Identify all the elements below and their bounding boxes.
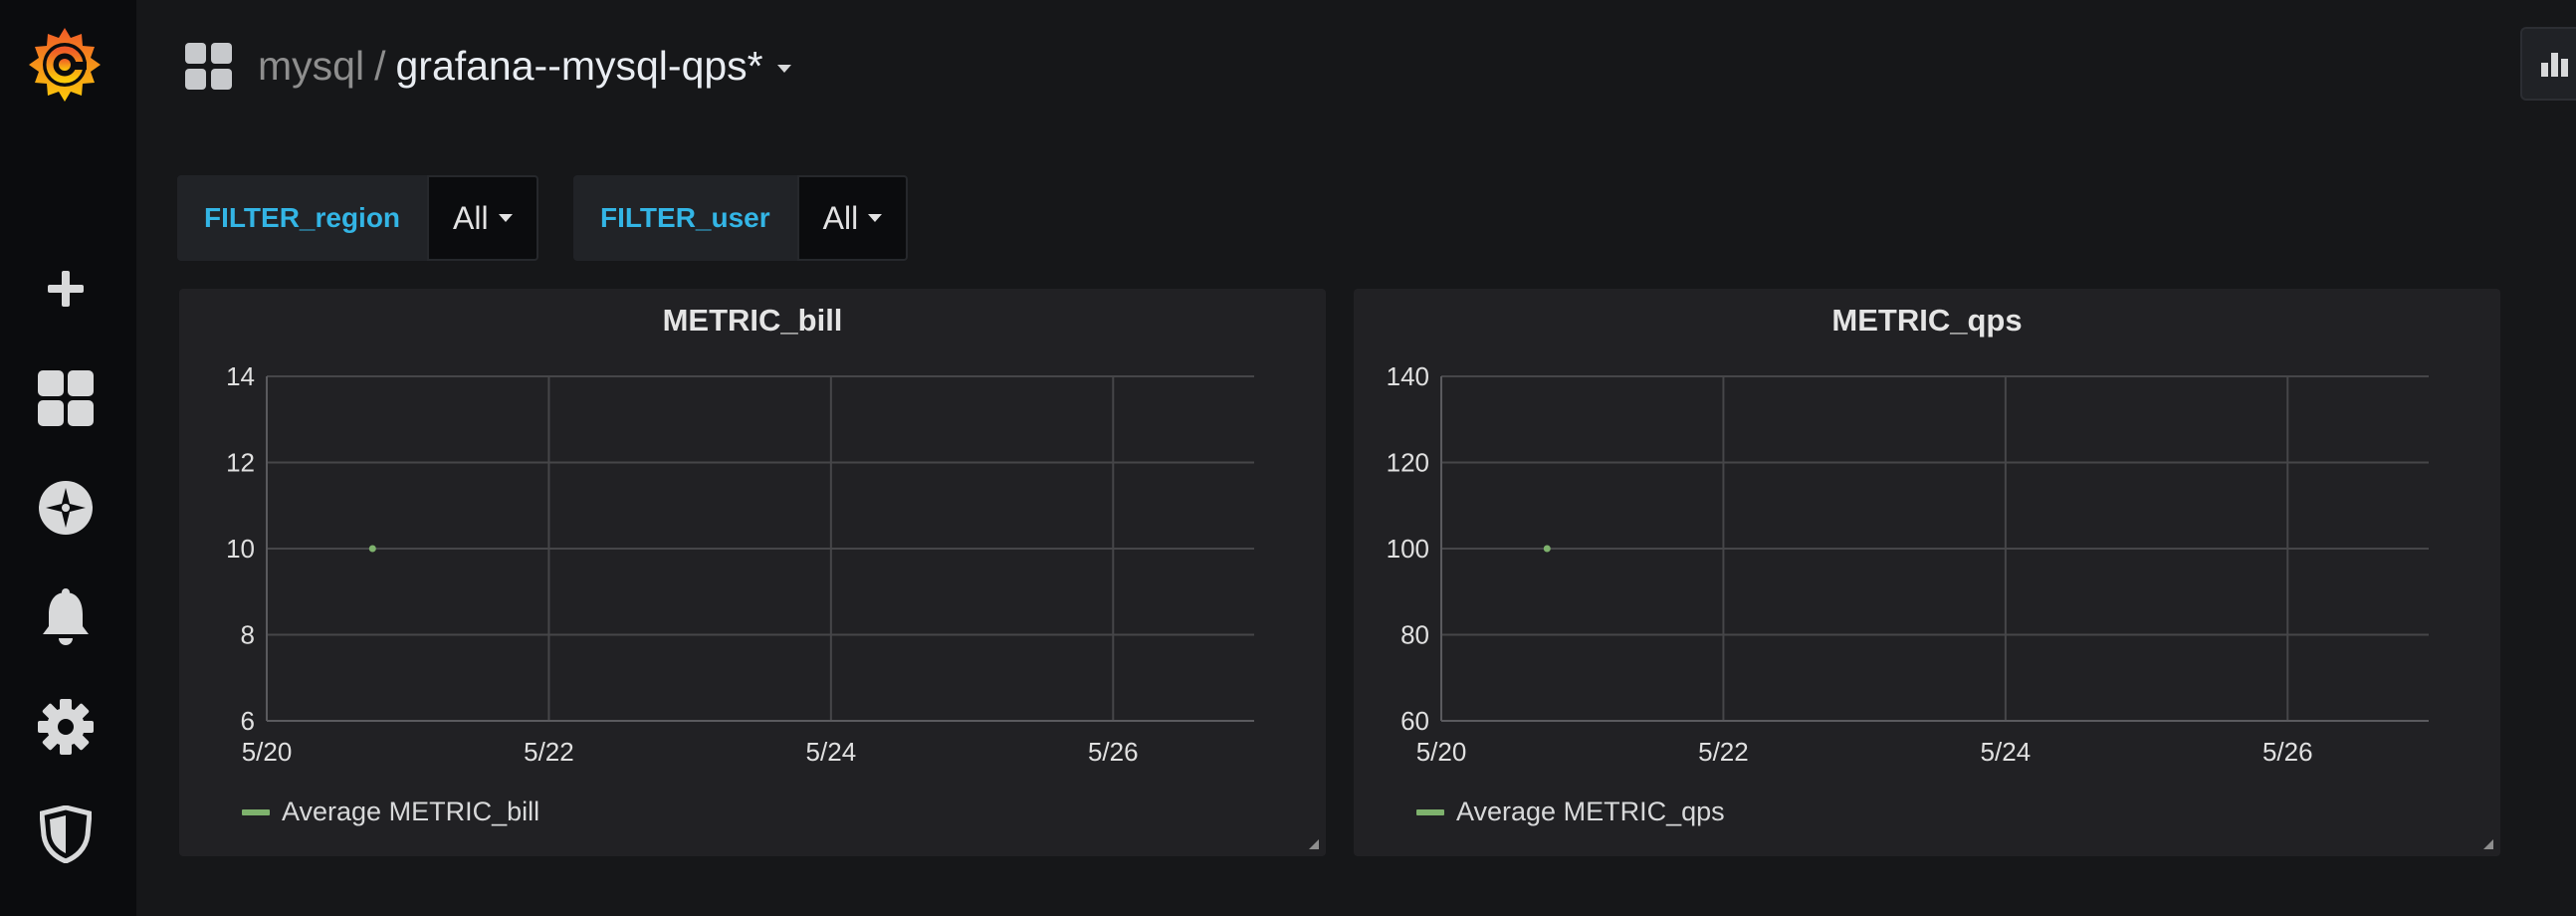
y-tick-label: 100	[1387, 534, 1429, 564]
x-tick-label: 5/24	[1981, 737, 2032, 767]
variable-dropdown[interactable]: All	[796, 175, 909, 261]
variable-dropdown[interactable]: All	[427, 175, 538, 261]
caret-down-icon	[498, 214, 513, 222]
shield-icon[interactable]	[30, 799, 102, 870]
variable-label: FILTER_user	[573, 175, 797, 261]
dashboards-icon[interactable]	[30, 362, 102, 434]
y-tick-label: 12	[226, 448, 255, 478]
variable-filter-region: FILTER_region All	[177, 175, 538, 261]
panel-title[interactable]: METRIC_qps	[1354, 303, 2500, 339]
y-tick-label: 60	[1400, 706, 1429, 736]
sidebar	[0, 0, 136, 916]
caret-down-icon	[868, 214, 883, 222]
x-tick-label: 5/24	[806, 737, 857, 767]
breadcrumb[interactable]: mysql / grafana--mysql-qps*	[258, 36, 791, 96]
breadcrumb-folder[interactable]: mysql	[258, 43, 364, 89]
x-tick-label: 5/20	[1416, 737, 1467, 767]
gear-icon[interactable]	[30, 691, 102, 763]
bell-icon[interactable]	[30, 581, 102, 653]
resize-handle-icon[interactable]	[2482, 838, 2494, 850]
variable-value: All	[822, 199, 859, 236]
x-tick-label: 5/26	[1088, 737, 1139, 767]
y-tick-label: 8	[241, 620, 255, 650]
x-tick-label: 5/20	[242, 737, 293, 767]
y-tick-label: 6	[241, 706, 255, 736]
breadcrumb-separator: /	[374, 43, 386, 89]
legend-swatch[interactable]	[242, 808, 270, 815]
legend: Average METRIC_bill	[242, 797, 539, 827]
top-navbar: mysql / grafana--mysql-qps*	[136, 0, 2576, 139]
panel-title[interactable]: METRIC_bill	[179, 303, 1326, 339]
y-tick-label: 140	[1387, 361, 1429, 391]
x-tick-label: 5/22	[1698, 737, 1749, 767]
graph-panel-metric-bill[interactable]: 6 8 10 12 14 5/20 5/22 5/24 5/26 METRIC_bill Ave…	[179, 289, 1326, 856]
add-panel-button[interactable]	[2520, 27, 2576, 101]
y-tick-label: 120	[1387, 448, 1429, 478]
legend-label[interactable]: Average METRIC_qps	[1456, 797, 1725, 827]
x-tick-label: 5/22	[524, 737, 574, 767]
graph-panel-metric-qps[interactable]: 60 80 100 120 140 5/20 5/22 5/24 5/26 METRIC_qps…	[1354, 289, 2500, 856]
x-tick-label: 5/26	[2262, 737, 2313, 767]
chevron-down-icon[interactable]	[776, 65, 791, 74]
grafana-logo-icon[interactable]	[22, 22, 107, 108]
y-tick-label: 14	[226, 361, 255, 391]
legend-swatch[interactable]	[1416, 808, 1444, 815]
variable-filter-user: FILTER_user All	[573, 175, 909, 261]
dashboard-grid-icon	[184, 42, 234, 92]
variable-label: FILTER_region	[177, 175, 428, 261]
bar-chart-icon	[2541, 53, 2568, 77]
plus-icon[interactable]	[30, 253, 102, 325]
chart-svg: 60 80 100 120 140 5/20 5/22 5/24 5/26	[1387, 361, 2429, 767]
legend-label[interactable]: Average METRIC_bill	[282, 797, 539, 827]
y-tick-label: 10	[226, 534, 255, 564]
variable-value: All	[453, 199, 489, 236]
y-tick-label: 80	[1400, 620, 1429, 650]
data-point[interactable]	[1543, 545, 1551, 553]
compass-icon[interactable]	[30, 472, 102, 544]
chart-svg: 6 8 10 12 14 5/20 5/22 5/24 5/26	[226, 361, 1254, 767]
data-point[interactable]	[368, 545, 376, 553]
dashboard-title[interactable]: grafana--mysql-qps*	[395, 43, 762, 89]
resize-handle-icon[interactable]	[1308, 838, 1320, 850]
legend: Average METRIC_qps	[1416, 797, 1725, 827]
